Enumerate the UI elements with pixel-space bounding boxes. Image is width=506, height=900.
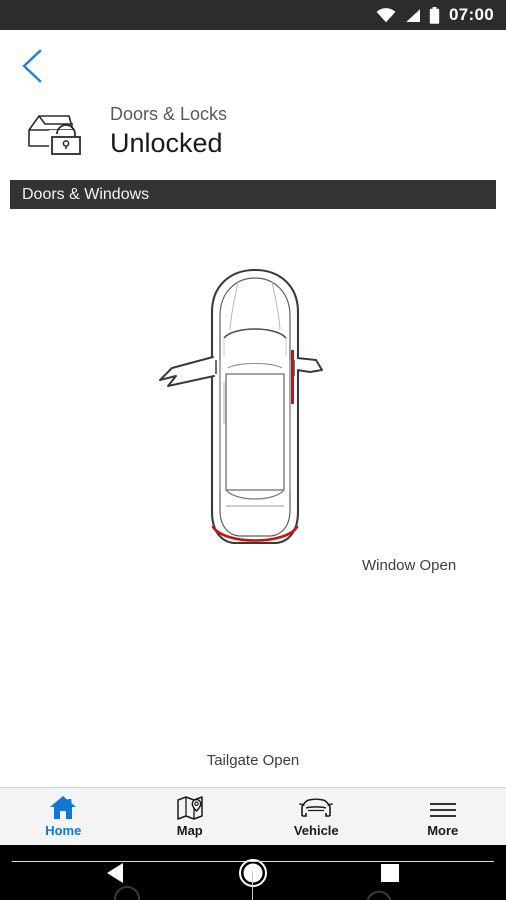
nav-item-vehicle[interactable]: Vehicle	[253, 788, 380, 845]
lock-closed-icon	[101, 882, 153, 900]
car-top-view-icon	[159, 268, 323, 545]
back-chevron-icon	[22, 49, 42, 83]
actions-vertical-divider	[252, 871, 253, 900]
section-header-label: Doors & Windows	[22, 185, 150, 203]
app-screen: 07:00 Doors & Locks Unlocked Doors & Win…	[0, 0, 506, 900]
nav-item-home-label: Home	[45, 823, 82, 838]
wifi-icon	[376, 7, 396, 22]
nav-item-vehicle-label: Vehicle	[293, 823, 339, 838]
window-open-label: Window Open	[362, 557, 457, 574]
vehicle-icon	[297, 795, 335, 820]
bottom-navigation-bar: Home Map Vehicle More	[0, 787, 506, 845]
cellular-signal-icon	[406, 8, 421, 22]
car-lock-icon	[24, 103, 88, 159]
map-icon	[176, 795, 204, 820]
status-bar-icons	[376, 6, 440, 24]
lock-button[interactable]: Lock	[0, 869, 253, 900]
header-subtitle: Doors & Locks	[110, 103, 228, 124]
header-status: Unlocked	[110, 127, 223, 158]
doors-windows-diagram-area: Window Open Tailgate Open Lock	[0, 209, 506, 900]
status-bar-clock: 07:00	[449, 5, 494, 24]
nav-item-map-label: Map	[176, 823, 203, 838]
nav-item-more-label: More	[427, 823, 459, 838]
status-bar: 07:00	[0, 0, 506, 30]
nav-item-more[interactable]: More	[380, 788, 506, 845]
nav-item-home[interactable]: Home	[0, 788, 127, 845]
actions-divider-line	[12, 861, 494, 862]
home-icon	[49, 795, 77, 820]
unlock-button[interactable]: Unlock	[253, 869, 506, 900]
more-menu-icon	[428, 795, 458, 820]
back-button[interactable]	[10, 44, 54, 88]
battery-icon	[429, 6, 440, 24]
tailgate-open-label: Tailgate Open	[206, 752, 300, 769]
header-text-group: Doors & Locks Unlocked	[110, 103, 227, 160]
lock-actions-row: Lock Unlock	[0, 869, 506, 900]
vehicle-lock-status-header: Doors & Locks Unlocked	[0, 92, 506, 170]
lock-open-icon	[354, 882, 406, 900]
section-header-doors-windows: Doors & Windows	[10, 180, 496, 209]
app-bar	[0, 30, 506, 92]
nav-item-map[interactable]: Map	[127, 788, 254, 845]
